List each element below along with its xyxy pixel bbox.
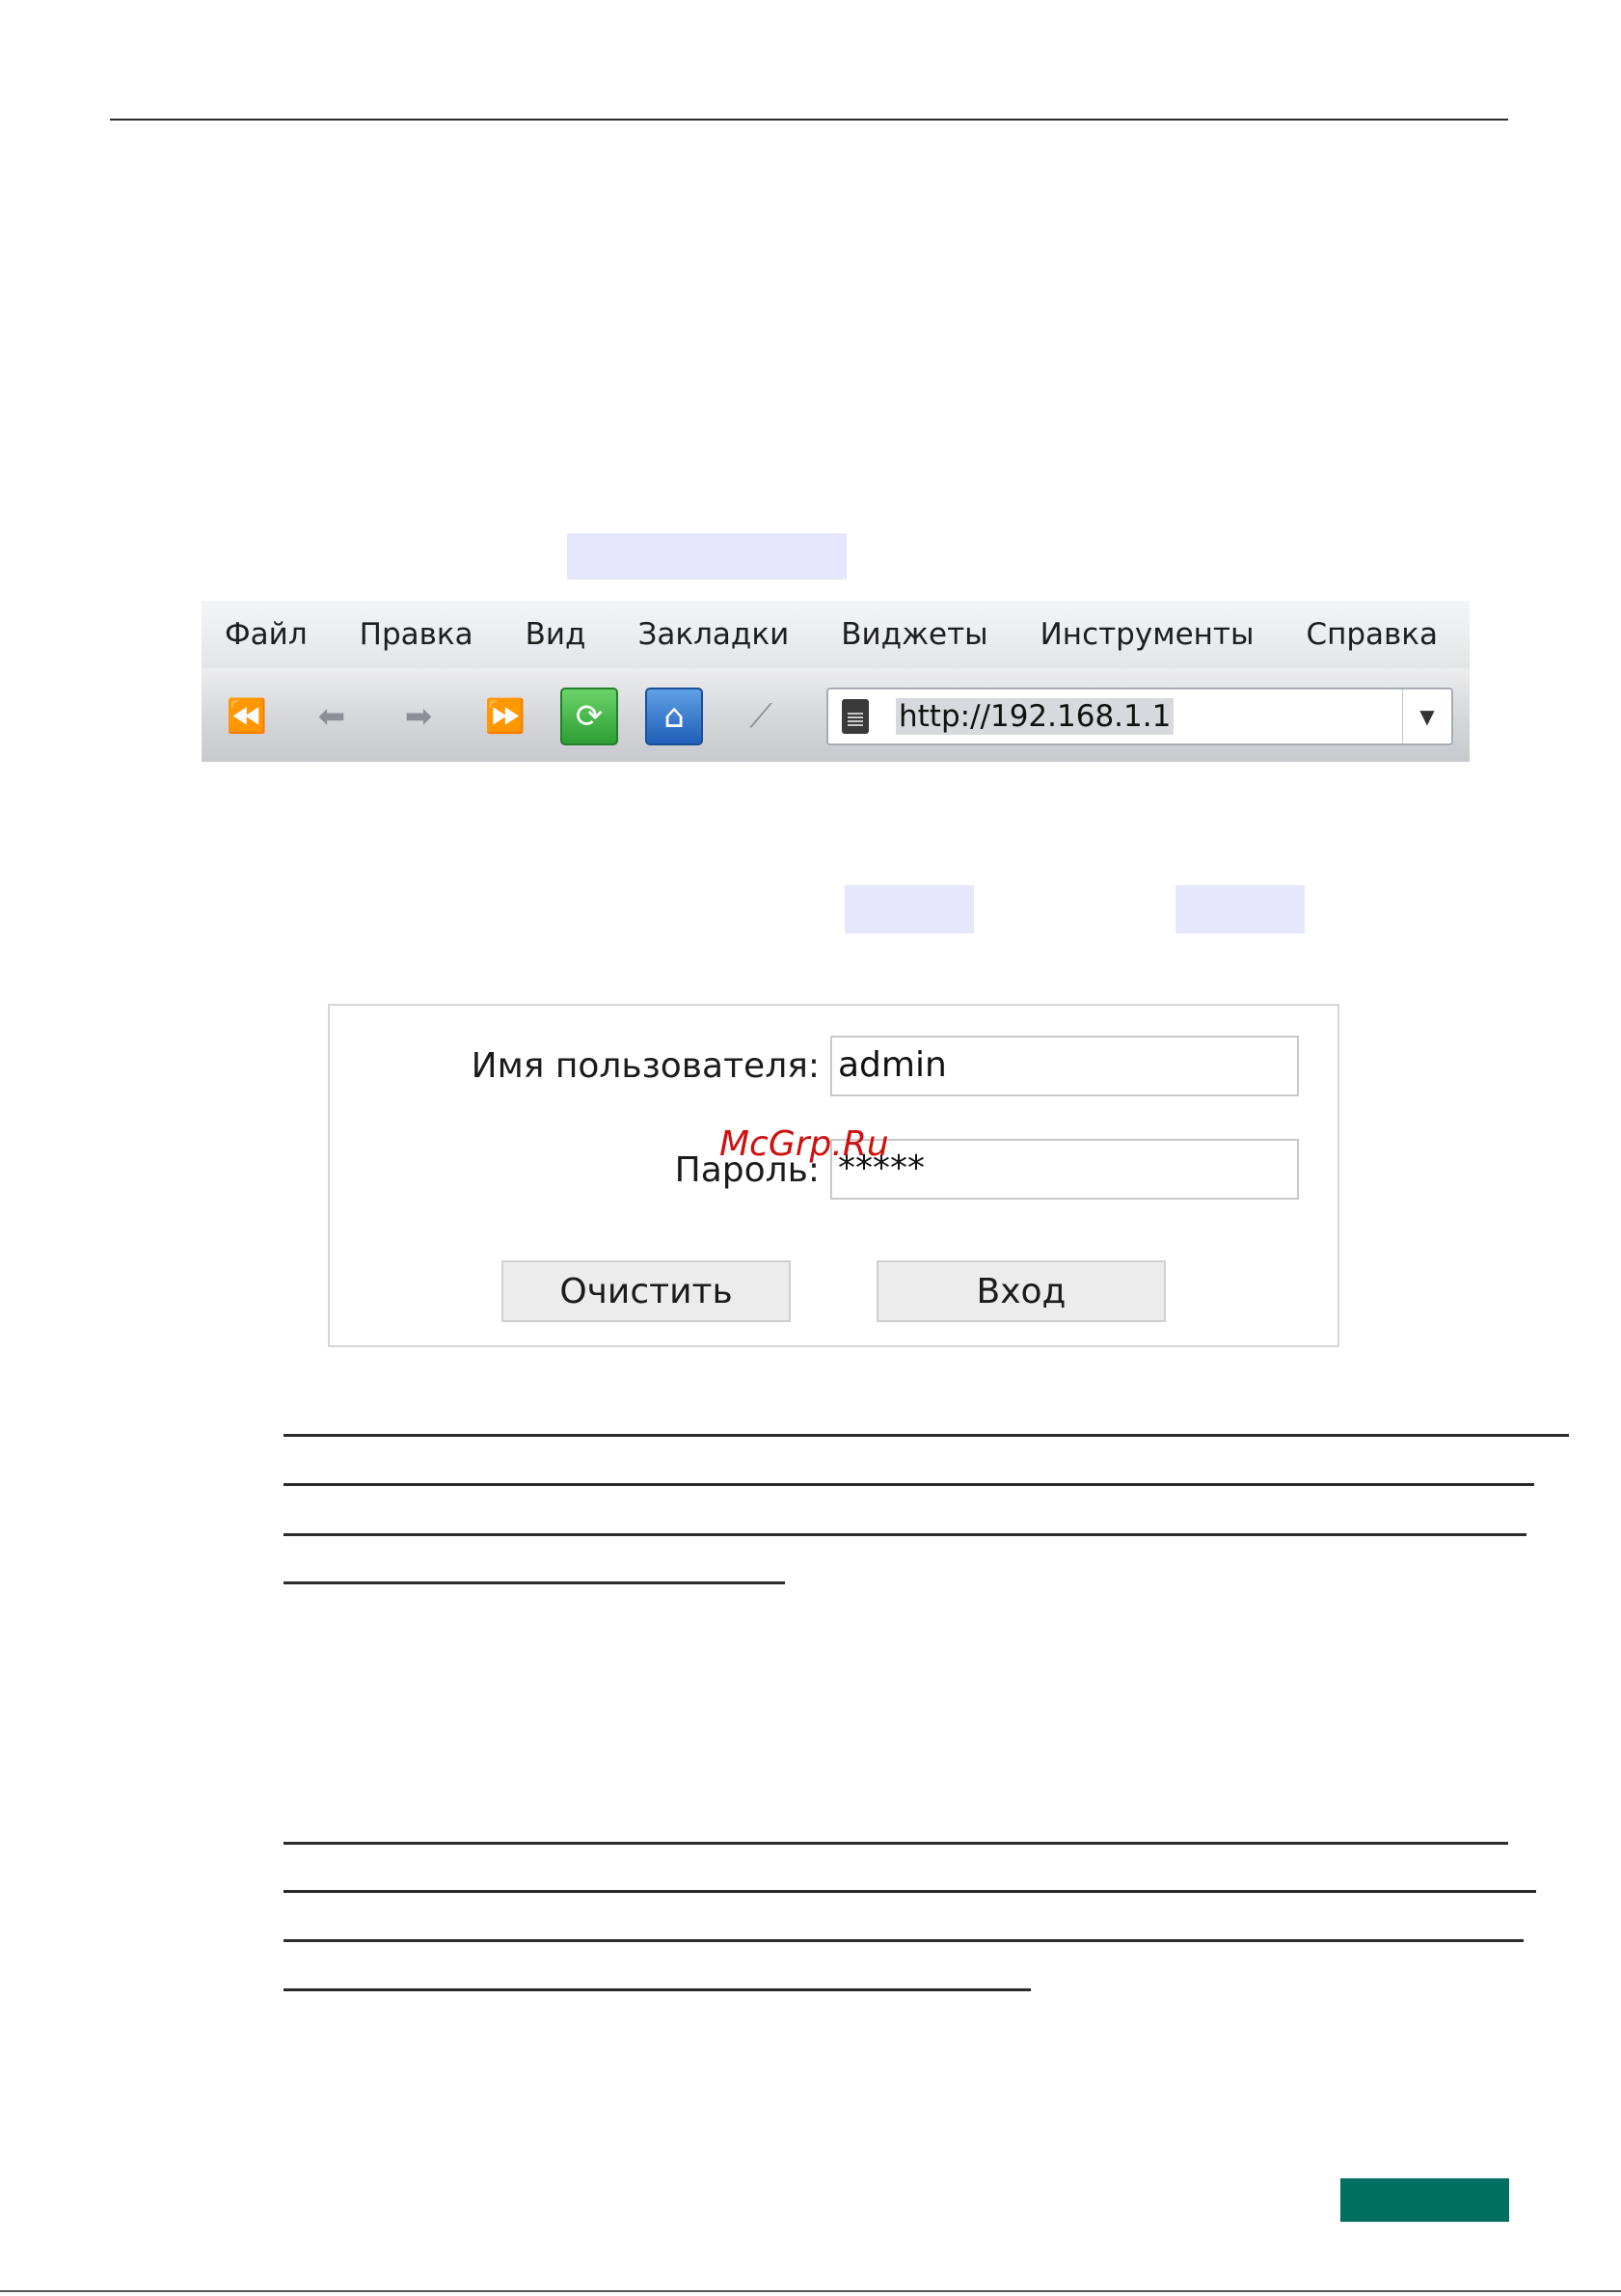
login-button[interactable]: Вход: [877, 1260, 1166, 1322]
clear-button[interactable]: Очистить: [501, 1260, 791, 1322]
text-line: [284, 1842, 1508, 1845]
forward-icon[interactable]: ➡: [390, 688, 447, 745]
password-field[interactable]: *****: [830, 1139, 1299, 1200]
edit-icon[interactable]: ⟋: [732, 688, 790, 745]
header-rule: [110, 119, 1508, 121]
menu-file[interactable]: Файл: [225, 617, 308, 652]
highlight-block: [1175, 885, 1305, 933]
text-line: [284, 1988, 1031, 1991]
menu-edit[interactable]: Правка: [360, 617, 473, 652]
menu-bookmarks[interactable]: Закладки: [638, 617, 790, 652]
last-icon[interactable]: ⏩: [476, 688, 534, 745]
menu-widgets[interactable]: Виджеты: [841, 617, 987, 652]
text-line: [284, 1581, 785, 1584]
page-icon: [842, 699, 869, 734]
username-label: Имя пользователя:: [471, 1046, 820, 1086]
reload-icon[interactable]: ⟳: [560, 688, 618, 745]
text-line: [284, 1434, 1569, 1437]
text-line: [284, 1483, 1534, 1486]
login-form: Имя пользователя: admin Пароль: ***** Оч…: [328, 1004, 1339, 1347]
address-bar[interactable]: http://192.168.1.1 ▼: [826, 688, 1453, 745]
first-icon[interactable]: ⏪: [218, 688, 276, 745]
footer-rule: [0, 2290, 1621, 2292]
menu-view[interactable]: Вид: [526, 617, 586, 652]
watermark: McGrp.Ru: [719, 1124, 889, 1164]
menu-bar: Файл Правка Вид Закладки Виджеты Инструм…: [202, 601, 1470, 669]
browser-window: Файл Правка Вид Закладки Виджеты Инструм…: [202, 601, 1470, 762]
highlight-block: [845, 885, 974, 933]
footer-tab: [1340, 2178, 1509, 2222]
username-field[interactable]: admin: [830, 1036, 1299, 1096]
back-icon[interactable]: ⬅: [303, 688, 361, 745]
menu-tools[interactable]: Инструменты: [1040, 617, 1255, 652]
highlight-block: [567, 533, 847, 580]
home-icon[interactable]: ⌂: [645, 688, 703, 745]
text-line: [284, 1890, 1536, 1893]
url-text[interactable]: http://192.168.1.1: [896, 698, 1175, 735]
toolbar: ⏪ ⬅ ➡ ⏩ ⟳ ⌂ ⟋ http://192.168.1.1 ▼: [202, 668, 1470, 762]
text-line: [284, 1939, 1524, 1942]
text-line: [284, 1533, 1526, 1536]
menu-help[interactable]: Справка: [1306, 617, 1438, 652]
dropdown-arrow-icon[interactable]: ▼: [1402, 689, 1451, 743]
